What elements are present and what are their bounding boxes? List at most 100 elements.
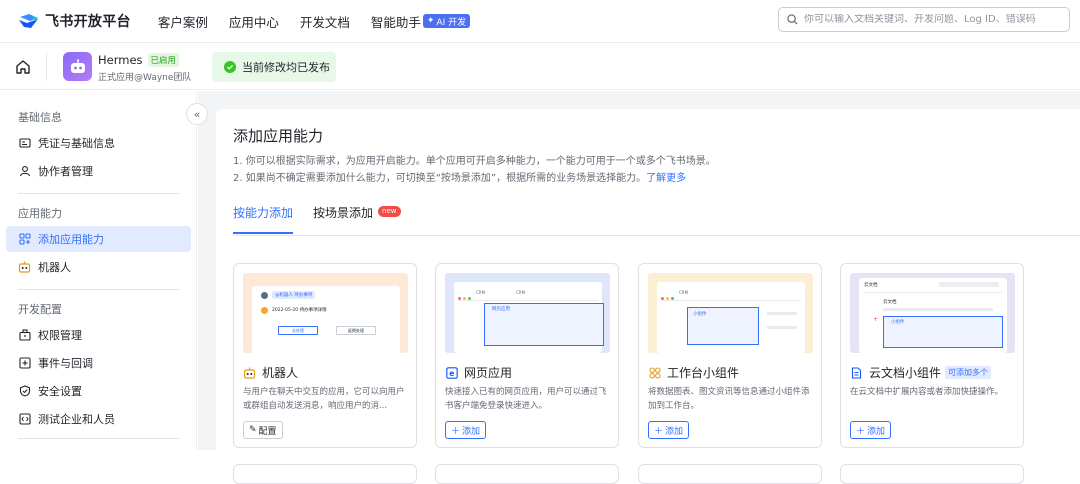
preview-line — [883, 308, 993, 311]
feishu-logo-icon — [19, 14, 38, 28]
card-title-row: 机器人 — [243, 364, 298, 381]
add-button-label: 添加 — [867, 426, 886, 437]
preview-line — [767, 326, 797, 329]
sidebar-item-label: 测试企业和人员 — [38, 413, 115, 426]
preview-line — [661, 300, 801, 301]
description-line-2: 2. 如果尚不确定需要添加什么能力，可切换至“按场景添加”，根据所需的业务场景选… — [233, 169, 686, 184]
preview-window: CRM CRM 网页应用 — [454, 282, 604, 353]
code-icon — [18, 413, 31, 426]
card-title-row: e 网页应用 — [445, 364, 512, 381]
preview-plus: + — [873, 316, 879, 323]
capability-card-partial[interactable] — [840, 464, 1024, 484]
plus-icon: ＋ — [856, 426, 866, 437]
preview-line — [863, 292, 1003, 293]
preview-window-dots — [661, 285, 676, 304]
card-description: 将数据图表、图文资讯等信息通过小组件添加到工作台。 — [648, 387, 810, 411]
shield-icon — [18, 385, 31, 398]
sidebar-section-title: 应用能力 — [18, 207, 62, 220]
sidebar-item-permissions[interactable]: 权限管理 — [6, 322, 191, 348]
add-button-label: 添加 — [462, 426, 481, 437]
grid-add-icon — [18, 233, 31, 246]
tab-by-capability[interactable]: 按能力添加 — [233, 204, 294, 234]
brand-logo[interactable]: 飞书开放平台 — [18, 11, 131, 31]
robot-icon — [243, 366, 256, 379]
app-header-bar: Hermes 已启用 正式应用@Wayne团队 当前修改均已发布 — [0, 42, 1080, 90]
nav-dev-docs[interactable]: 开发文档 — [300, 12, 350, 31]
card-title-row: 工作台小组件 — [648, 364, 739, 381]
capability-card-bot[interactable]: @机器人 待办事项 2022-05-20 待办事项详情 去处理 延期处理 机器人… — [233, 263, 417, 448]
search-input[interactable] — [804, 14, 1054, 25]
sidebar-item-label: 事件与回调 — [38, 357, 93, 370]
capability-card-web-app[interactable]: CRM CRM 网页应用 e 网页应用 快速接入已有的网页应用，用户可以通过飞书… — [435, 263, 619, 448]
new-badge: new — [378, 206, 401, 217]
capability-card-partial[interactable] — [233, 464, 417, 484]
configure-button-label: 配置 — [258, 426, 277, 437]
page-title: 添加应用能力 — [233, 127, 324, 145]
card-title: 网页应用 — [464, 366, 513, 380]
multiple-allowed-tag: 可添加多个 — [945, 366, 992, 379]
sidebar-item-add-capability[interactable]: 添加应用能力 — [6, 226, 191, 252]
preview-avatar — [261, 292, 268, 299]
sidebar-item-test-org[interactable]: 测试企业和人员 — [6, 406, 191, 432]
capability-card-workbench-widget[interactable]: CRM 小组件 工作台小组件 将数据图表、图文资讯等信息通过小组件添加到工作台。… — [638, 263, 822, 448]
preview-toolbar — [939, 282, 999, 287]
robot-face-icon — [70, 58, 85, 73]
widget-icon — [648, 366, 661, 379]
nav-customer-cases[interactable]: 客户案例 — [158, 12, 208, 31]
tab-underline — [233, 235, 1080, 236]
preview-bot-icon — [261, 307, 268, 314]
app-subtitle: 正式应用@Wayne团队 — [98, 73, 192, 83]
home-icon[interactable] — [14, 58, 32, 76]
card-title: 机器人 — [262, 366, 299, 380]
card-title: 工作台小组件 — [667, 366, 740, 380]
sidebar-item-bot[interactable]: 机器人 — [6, 254, 191, 280]
preview-widget-label: 小组件 — [693, 312, 707, 317]
sidebar-divider — [18, 193, 180, 194]
capability-card-partial[interactable] — [638, 464, 822, 484]
id-card-icon — [18, 137, 31, 150]
divider — [46, 53, 47, 81]
preview-window: @机器人 待办事项 2022-05-20 待办事项详情 去处理 延期处理 — [252, 286, 400, 353]
main-content: 添加应用能力 1. 你可以根据实际需求，为应用开启能力。单个应用可开启多种能力，… — [198, 91, 1080, 484]
learn-more-link[interactable]: 了解更多 — [646, 173, 686, 184]
app-name-row: Hermes 已启用 — [98, 53, 180, 67]
sidebar-item-credentials[interactable]: 凭证与基础信息 — [6, 130, 191, 156]
sidebar-item-security[interactable]: 安全设置 — [6, 378, 191, 404]
publish-status-text: 当前修改均已发布 — [242, 61, 330, 74]
svg-text:e: e — [449, 369, 454, 378]
add-button[interactable]: ＋添加 — [648, 421, 690, 439]
plus-icon: ＋ — [451, 426, 461, 437]
tab-bar: 按能力添加 按场景添加 new — [233, 204, 421, 234]
app-avatar — [63, 52, 92, 81]
publish-status-banner: 当前修改均已发布 — [212, 52, 336, 82]
user-icon — [18, 165, 31, 178]
sidebar-section-title: 开发配置 — [18, 303, 62, 316]
preview-window: CRM 小组件 — [657, 282, 805, 353]
search-icon — [787, 14, 798, 25]
preview-date: 2022-05-20 待办事项详情 — [272, 308, 327, 313]
collapse-sidebar-button[interactable]: « — [186, 103, 208, 125]
add-button[interactable]: ＋添加 — [445, 421, 487, 439]
card-title: 云文档小组件 — [869, 366, 942, 380]
preview-tab: CRM — [516, 290, 526, 295]
nav-smart-assistant[interactable]: 智能助手 ✦ AI 开发 — [370, 12, 471, 31]
configure-button[interactable]: ✎ 配置 — [243, 421, 283, 439]
sidebar-divider — [18, 438, 180, 439]
nav-smart-assistant-label: 智能助手 — [370, 14, 421, 30]
tab-by-scenario[interactable]: 按场景添加 new — [313, 204, 401, 234]
search-box[interactable] — [778, 7, 1070, 32]
sidebar-item-events[interactable]: 事件与回调 — [6, 350, 191, 376]
capability-card-doc-widget[interactable]: 云文档 云文档 + 小组件 云文档小组件 可添加多个 在云文档中扩展内容或者添加… — [840, 263, 1024, 448]
preview-web-label: 网页应用 — [492, 307, 510, 312]
check-icon — [224, 61, 236, 73]
sidebar-item-label: 权限管理 — [38, 329, 82, 342]
add-button[interactable]: ＋添加 — [850, 421, 892, 439]
card-description: 快速接入已有的网页应用，用户可以通过飞书客户端免登录快速进入。 — [445, 387, 607, 411]
capability-card-partial[interactable] — [435, 464, 619, 484]
sidebar-item-collaborators[interactable]: 协作者管理 — [6, 158, 191, 184]
sparkle-icon: ✦ — [426, 16, 435, 26]
nav-app-center[interactable]: 应用中心 — [229, 12, 279, 31]
card-description: 在云文档中扩展内容或者添加快捷操作。 — [850, 387, 1004, 397]
preview-window: 云文档 云文档 + 小组件 — [859, 278, 1007, 353]
plus-icon: ＋ — [654, 426, 664, 437]
